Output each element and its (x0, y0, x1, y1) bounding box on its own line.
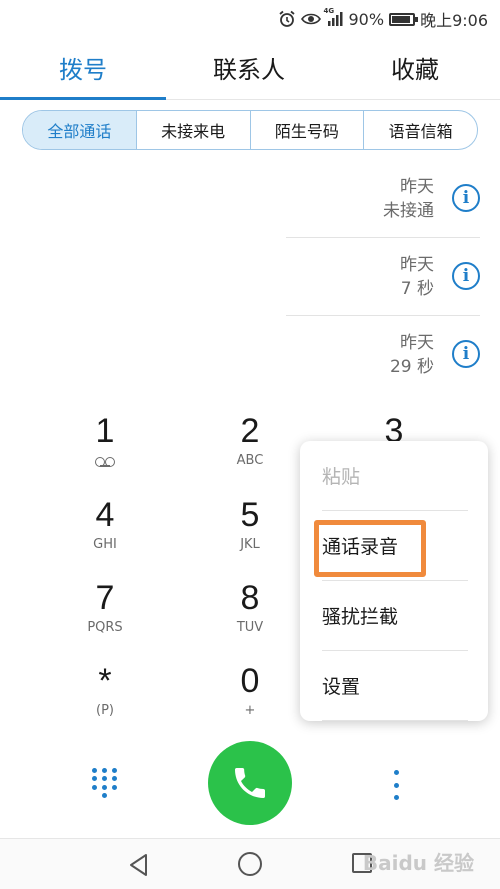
status-icons: 4G 90% 晚上9:06 (278, 7, 488, 31)
key-7[interactable]: 7 PQRS (45, 577, 165, 657)
call-meta: 昨天 7 秒 (400, 253, 434, 301)
network-type-label: 4G (323, 7, 335, 15)
key-letters: GHI (93, 537, 117, 552)
eye-icon (300, 12, 321, 26)
key-letters: ABC (236, 453, 264, 468)
home-icon[interactable] (238, 852, 262, 876)
highlight-annotation-box (314, 520, 426, 577)
dialpad-toggle-icon[interactable] (92, 768, 118, 798)
battery-icon (389, 12, 419, 26)
key-digit: 0 (240, 662, 260, 700)
battery-percent: 90% (348, 9, 385, 29)
back-icon[interactable] (128, 853, 150, 881)
alarm-icon (278, 10, 296, 28)
overflow-menu: 粘贴 通话录音 骚扰拦截 设置 (300, 441, 488, 721)
call-detail: 7 秒 (400, 279, 434, 299)
key-digit: * (98, 662, 112, 700)
menu-item-harassment-block[interactable]: 骚扰拦截 (322, 581, 468, 651)
key-letters: (P) (96, 703, 114, 718)
key-letters: PQRS (87, 620, 123, 635)
info-icon[interactable]: i (452, 262, 480, 290)
status-bar: 4G 90% 晚上9:06 (0, 0, 500, 36)
filter-voicemail[interactable]: 语音信箱 (364, 111, 477, 149)
call-meta: 昨天 29 秒 (390, 331, 434, 379)
tab-dial[interactable]: 拨号 (0, 50, 166, 85)
key-digit: 4 (95, 496, 115, 534)
watermark-logo: Baidu 经验 (362, 851, 474, 875)
call-date: 昨天 (400, 177, 434, 197)
filter-unknown-numbers[interactable]: 陌生号码 (251, 111, 365, 149)
key-letters: JKL (240, 537, 260, 552)
tab-favorites[interactable]: 收藏 (332, 50, 498, 85)
call-button[interactable] (208, 741, 292, 825)
call-detail: 未接通 (383, 201, 434, 221)
menu-item-paste[interactable]: 粘贴 (322, 441, 468, 511)
menu-item-settings[interactable]: 设置 (322, 651, 468, 721)
key-digit: 5 (240, 496, 260, 534)
key-digit: 7 (95, 579, 115, 617)
phone-icon (235, 768, 265, 798)
more-options-icon[interactable] (388, 770, 404, 800)
call-meta: 昨天 未接通 (383, 175, 434, 223)
key-5[interactable]: 5 JKL (190, 494, 310, 574)
key-letters: TUV (236, 620, 264, 635)
signal-icon: 4G (324, 7, 344, 27)
voicemail-icon (94, 457, 116, 467)
key-2[interactable]: 2 ABC (190, 410, 310, 490)
tab-contacts[interactable]: 联系人 (166, 50, 332, 85)
info-icon[interactable]: i (452, 340, 480, 368)
filter-missed-calls[interactable]: 未接来电 (137, 111, 251, 149)
call-filter-segments: 全部通话 未接来电 陌生号码 语音信箱 (22, 110, 478, 150)
key-4[interactable]: 4 GHI (45, 494, 165, 574)
key-star[interactable]: * (P) (45, 660, 165, 740)
system-nav-bar: Baidu 经验 (0, 838, 500, 889)
clock: 晚上9:06 (420, 11, 488, 30)
key-letters: + (244, 703, 256, 718)
filter-all-calls[interactable]: 全部通话 (23, 111, 137, 149)
key-digit: 1 (95, 412, 115, 450)
key-8[interactable]: 8 TUV (190, 577, 310, 657)
info-icon[interactable]: i (452, 184, 480, 212)
active-tab-indicator (0, 97, 166, 100)
call-log-list: 昨天 未接通 i 昨天 7 秒 i 昨天 29 秒 i (0, 160, 500, 394)
key-0[interactable]: 0 + (190, 660, 310, 740)
call-date: 昨天 (400, 333, 434, 353)
key-1[interactable]: 1 (45, 410, 165, 490)
key-digit: 8 (240, 579, 260, 617)
redacted-area (6, 166, 286, 394)
call-date: 昨天 (400, 255, 434, 275)
main-tabs: 拨号 联系人 收藏 (0, 40, 500, 100)
call-detail: 29 秒 (389, 357, 434, 377)
key-digit: 2 (240, 412, 260, 450)
